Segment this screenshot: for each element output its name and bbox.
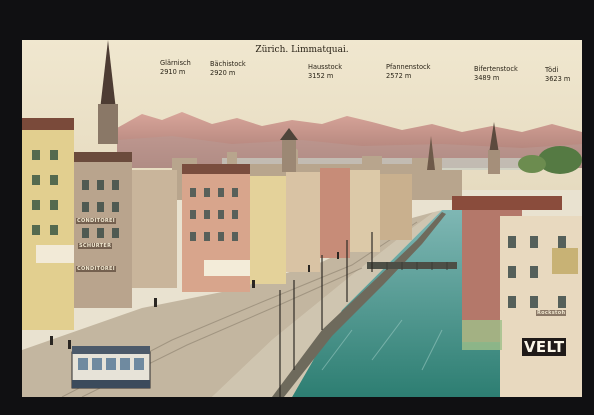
shop-sign-conditorei-lower: CONDITOREI	[76, 266, 116, 272]
postcard-title: Zürich. Limmatquai.	[255, 45, 349, 55]
peak-name: Tödi	[545, 66, 559, 74]
building-yellow-mid	[250, 176, 286, 284]
peak-height: 2910 m	[160, 68, 186, 76]
building-mid-4	[350, 170, 380, 252]
postcard-image: Zürich. Limmatquai. Glärnisch 2910 m Bäc…	[22, 40, 582, 397]
peak-height: 3623 m	[545, 75, 571, 83]
peak-label: Tödi 3623 m	[545, 66, 570, 84]
trees	[538, 146, 582, 174]
peak-height: 2572 m	[386, 72, 412, 80]
building-mid-5	[380, 174, 412, 240]
peak-label: Hausstock 3152 m	[308, 63, 342, 81]
building-mid-1	[132, 170, 177, 288]
twin-towers	[282, 140, 296, 172]
peak-name: Bifertenstock	[474, 65, 518, 73]
peak-name: Hausstock	[308, 63, 343, 71]
waterfront-canopies	[462, 320, 502, 350]
left-building-yellow	[22, 125, 74, 330]
awning-mid	[204, 260, 254, 276]
building-mid-2	[286, 172, 320, 272]
footbridge	[367, 262, 457, 269]
photo-frame: Zürich. Limmatquai. Glärnisch 2910 m Bäc…	[0, 0, 594, 415]
shop-sign-conditorei: CONDITOREI	[76, 218, 116, 224]
peak-name: Bächistock	[210, 60, 246, 68]
tram	[71, 346, 151, 389]
peak-label: Pfannenstock 2572 m	[386, 63, 430, 81]
right-sign-board	[552, 248, 578, 274]
peak-name: Glärnisch	[160, 59, 191, 67]
peak-name: Pfannenstock	[386, 63, 431, 71]
peak-height: 3489 m	[474, 74, 500, 82]
peak-height: 3152 m	[308, 72, 334, 80]
peak-label: Bächistock 2920 m	[210, 60, 246, 78]
building-mid-3	[320, 168, 350, 258]
shop-sign-rockstoh: Rockstoh	[536, 310, 567, 316]
peak-label: Bifertenstock 3489 m	[474, 65, 518, 83]
shop-sign-schurter: SCHURTER	[78, 243, 113, 249]
shop-sign-velt: VELT	[522, 338, 567, 356]
peak-height: 2920 m	[210, 69, 236, 77]
peak-label: Glärnisch 2910 m	[160, 59, 191, 77]
